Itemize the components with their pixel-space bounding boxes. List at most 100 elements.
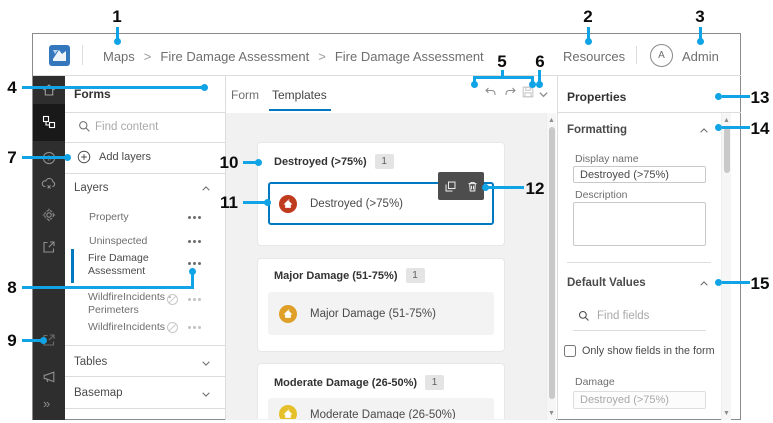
group-header: Major Damage (51-75%) 1 — [274, 268, 425, 283]
chevron-down-icon[interactable] — [201, 389, 211, 399]
header-divider — [82, 45, 83, 65]
layer-options-icon[interactable] — [188, 326, 201, 329]
callout-9-dot — [40, 337, 47, 344]
not-visible-icon — [166, 293, 179, 306]
feedback-megaphone-icon[interactable] — [41, 369, 57, 385]
chevron-down-icon[interactable] — [538, 89, 549, 100]
avatar-initial: A — [658, 50, 665, 61]
scrollbar-thumb[interactable] — [724, 127, 730, 173]
avatar[interactable]: A — [650, 44, 673, 67]
description-textarea[interactable] — [573, 202, 706, 246]
not-visible-icon — [166, 321, 179, 334]
callout-5-bracket — [473, 76, 534, 79]
plus-circle-icon — [77, 150, 91, 164]
row-divider — [567, 262, 711, 263]
delete-trash-icon[interactable] — [466, 180, 479, 193]
duplicate-icon[interactable] — [444, 180, 457, 193]
tab-form[interactable]: Form — [231, 88, 259, 102]
breadcrumb-item-maps[interactable]: Maps — [103, 49, 135, 64]
panel-divider-right — [557, 76, 558, 420]
group-title: Major Damage (51-75%) — [274, 269, 398, 282]
redo-icon[interactable] — [504, 86, 517, 99]
row-divider — [65, 112, 225, 113]
chevron-down-icon[interactable] — [201, 358, 211, 368]
add-layers-button[interactable]: Add layers — [77, 150, 151, 164]
template-hover-toolbar — [438, 172, 484, 200]
undo-icon[interactable] — [484, 86, 497, 99]
only-show-fields-label[interactable]: Only show fields in the form — [582, 345, 715, 357]
home-icon[interactable] — [41, 82, 57, 98]
template-group-moderate-clip: Moderate Damage (26-50%) 1 Moderate Dama… — [257, 363, 505, 419]
callout-13-dot — [715, 93, 722, 100]
row-divider — [65, 173, 225, 174]
scroll-down-arrow[interactable]: ▼ — [547, 410, 556, 417]
callout-7-line — [22, 156, 66, 159]
callout-13-number: 13 — [750, 88, 770, 107]
callout-4-number: 4 — [7, 78, 17, 97]
breadcrumb-separator: > — [143, 49, 152, 64]
active-tab-underline — [269, 109, 331, 111]
breadcrumb-item-current: Fire Damage Assessment — [334, 49, 484, 64]
layer-item-fire-damage-assessment[interactable]: Fire Damage Assessment — [88, 252, 172, 278]
properties-scrollbar[interactable]: ▲ ▼ — [721, 113, 731, 420]
find-fields-input[interactable] — [597, 308, 703, 324]
destroyed-symbol-icon — [279, 195, 297, 213]
chevron-up-icon[interactable] — [201, 184, 211, 194]
layer-item-uninspected[interactable]: Uninspected — [89, 235, 173, 248]
layers-section-header[interactable]: Layers — [74, 182, 109, 194]
callout-5-dot-left — [471, 81, 478, 88]
basemap-section-header[interactable]: Basemap — [74, 387, 123, 399]
collapse-default-values-icon[interactable] — [699, 279, 709, 289]
scroll-up-arrow[interactable]: ▲ — [547, 117, 556, 124]
layer-options-icon[interactable] — [188, 262, 201, 265]
add-layers-label: Add layers — [99, 151, 151, 163]
field-maps-logo-glyph — [53, 50, 66, 61]
callout-3-number: 3 — [695, 7, 705, 26]
layer-options-icon[interactable] — [188, 298, 201, 301]
callout-12-line — [488, 186, 524, 189]
formatting-section-header[interactable]: Formatting — [567, 124, 627, 136]
collapse-formatting-icon[interactable] — [699, 126, 709, 136]
breadcrumb-separator: > — [318, 49, 326, 64]
callout-9-number: 9 — [7, 331, 17, 350]
display-name-label: Display name — [575, 153, 639, 165]
forms-panel-title: Forms — [74, 87, 111, 101]
find-content-input[interactable] — [95, 119, 213, 135]
settings-gear-icon[interactable] — [41, 207, 57, 223]
layer-item-property[interactable]: Property — [89, 211, 173, 224]
callout-8-dot — [189, 268, 196, 275]
callout-3-dot — [697, 38, 704, 45]
app-logo[interactable] — [49, 45, 70, 66]
callout-14-number: 14 — [750, 119, 770, 138]
layer-options-icon[interactable] — [188, 240, 201, 243]
group-count-badge: 1 — [425, 375, 445, 390]
sharing-icon[interactable] — [41, 239, 57, 255]
templates-scrollbar[interactable]: ▲ ▼ — [546, 113, 556, 420]
scrollbar-thumb[interactable] — [549, 127, 555, 399]
callout-14-dot — [715, 124, 722, 131]
forms-icon[interactable] — [41, 114, 57, 130]
layer-item-wildfireincidents-perimeters: WildfireIncidents - Perimeters — [88, 291, 172, 316]
damage-field-label: Damage — [575, 376, 615, 388]
only-show-fields-checkbox[interactable] — [564, 345, 576, 357]
callout-15-line — [722, 281, 750, 284]
callout-11-number: 11 — [220, 193, 238, 212]
callout-12-number: 12 — [525, 179, 545, 198]
display-name-input[interactable] — [573, 166, 706, 183]
offline-icon[interactable] — [41, 176, 57, 192]
row-divider — [558, 112, 741, 113]
tables-section-header[interactable]: Tables — [74, 356, 107, 368]
default-values-section-header[interactable]: Default Values — [567, 277, 646, 289]
scroll-up-arrow[interactable]: ▲ — [722, 117, 731, 124]
scroll-down-arrow[interactable]: ▼ — [722, 410, 731, 417]
group-title: Moderate Damage (26-50%) — [274, 376, 418, 389]
expand-rail-icon[interactable]: » — [43, 396, 50, 411]
tab-templates[interactable]: Templates — [272, 88, 327, 102]
template-item-label: Moderate Damage (26-50%) — [310, 409, 456, 419]
layer-options-icon[interactable] — [188, 216, 201, 219]
user-menu[interactable]: Admin — [682, 49, 719, 64]
breadcrumb-item-map[interactable]: Fire Damage Assessment — [160, 49, 309, 64]
description-label: Description — [575, 189, 628, 201]
resources-link[interactable]: Resources — [563, 49, 625, 64]
search-underline — [573, 330, 706, 331]
